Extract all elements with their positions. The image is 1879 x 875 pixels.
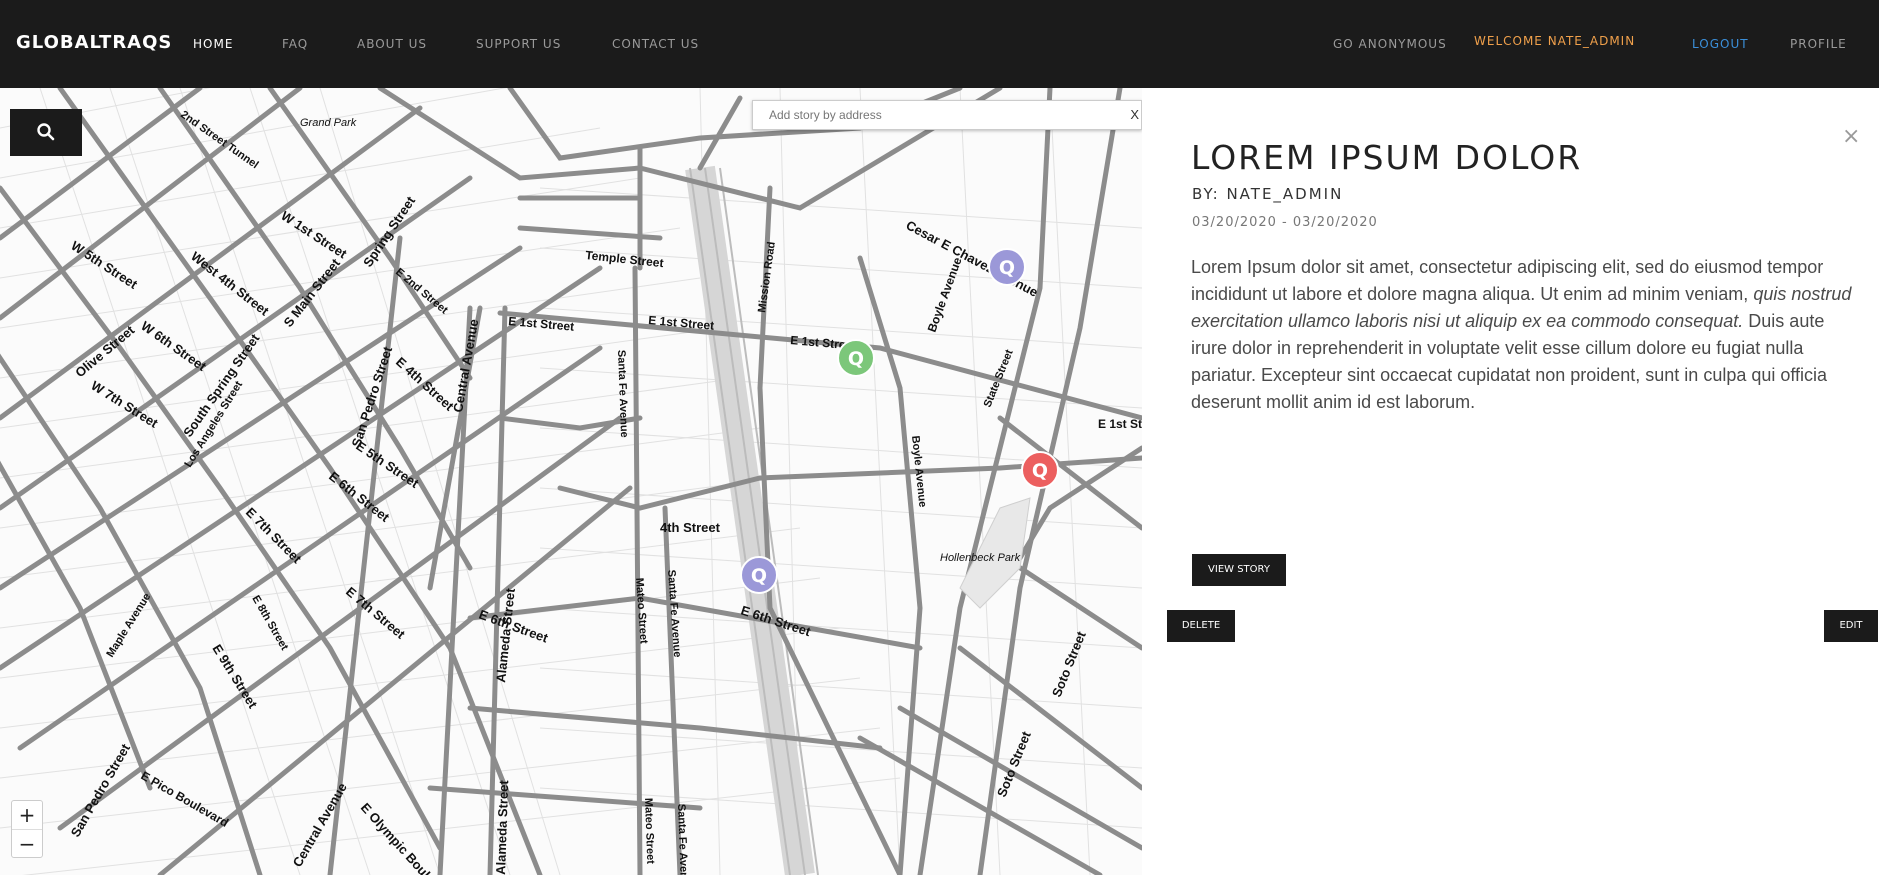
edit-button[interactable]: EDIT <box>1824 610 1878 642</box>
address-search-box: X <box>752 100 1142 130</box>
label-e-8th-street: E 8th Street <box>249 594 290 653</box>
story-map[interactable]: W 1st Street Spring Street Grand Park 2n… <box>0 88 1142 875</box>
label-e-1st-street-d: E 1st Street <box>1098 417 1142 431</box>
label-grand-park: Grand Park <box>300 117 357 129</box>
nav-welcome-user: WELCOME NATE_ADMIN <box>1474 34 1636 48</box>
label-e-4th-street: E 4th Street <box>393 354 457 414</box>
story-title: LOREM IPSUM DOLOR <box>1191 138 1583 177</box>
label-maple-avenue: Maple Avenue <box>104 591 153 659</box>
nav-faq[interactable]: FAQ <box>282 37 308 51</box>
label-w-1st-street: W 1st Street <box>278 208 350 262</box>
story-author: BY: NATE_ADMIN <box>1192 185 1344 203</box>
zoom-control: + − <box>11 800 43 858</box>
nav-about-us[interactable]: ABOUT US <box>357 37 427 51</box>
label-4th-street: 4th Street <box>660 520 721 535</box>
svg-text:Q: Q <box>999 257 1015 279</box>
label-mission-road: Mission Road <box>756 241 778 313</box>
zoom-in-button[interactable]: + <box>12 801 42 829</box>
view-story-button[interactable]: VIEW STORY <box>1192 554 1286 586</box>
label-temple-street: Temple Street <box>585 248 665 270</box>
story-body-text: Lorem Ipsum dolor sit amet, consectetur … <box>1191 257 1824 304</box>
label-s-main-street: S Main Street <box>281 255 344 330</box>
delete-button[interactable]: DELETE <box>1167 610 1235 642</box>
label-alameda-street-b: Alameda Street <box>493 779 511 875</box>
label-2nd-street-tunnel: 2nd Street Tunnel <box>178 109 260 172</box>
story-pin-purple-2[interactable]: Q <box>739 555 779 595</box>
nav-support-us[interactable]: SUPPORT US <box>476 37 561 51</box>
svg-text:Q: Q <box>1032 460 1048 482</box>
address-search-input[interactable] <box>753 101 1123 129</box>
close-icon[interactable]: × <box>1842 124 1860 149</box>
label-mateo-street-b: Mateo Street <box>642 798 656 865</box>
story-pin-red[interactable]: Q <box>1020 450 1060 490</box>
label-mateo-street: Mateo Street <box>633 577 650 644</box>
label-soto-street: Soto Street <box>1049 629 1089 700</box>
nav-go-anonymous[interactable]: GO ANONYMOUS <box>1333 37 1447 51</box>
label-hollenbeck-park: Hollenbeck Park <box>940 552 1021 564</box>
nav-logout[interactable]: LOGOUT <box>1692 37 1749 51</box>
svg-text:Q: Q <box>848 348 864 370</box>
svg-text:Q: Q <box>751 565 767 587</box>
top-navbar: GLOBALTRAQS HOME FAQ ABOUT US SUPPORT US… <box>0 0 1879 88</box>
nav-home[interactable]: HOME <box>193 37 233 51</box>
label-e-pico-boulevard: E Pico Boulevard <box>139 768 231 829</box>
label-san-pedro-street-b: San Pedro Street <box>68 741 134 840</box>
brand-logo[interactable]: GLOBALTRAQS <box>16 32 172 53</box>
map-search-button[interactable] <box>10 109 82 156</box>
story-body: Lorem Ipsum dolor sit amet, consectetur … <box>1191 254 1861 416</box>
street-map-canvas[interactable]: W 1st Street Spring Street Grand Park 2n… <box>0 88 1142 875</box>
address-clear-button[interactable]: X <box>1130 107 1139 122</box>
story-detail-panel <box>1142 88 1879 875</box>
zoom-out-button[interactable]: − <box>12 829 42 857</box>
search-icon <box>37 123 55 141</box>
label-santa-fe-avenue-3: Santa Fe Avenue <box>675 804 690 875</box>
label-w-6th-street: W 6th Street <box>138 318 209 374</box>
label-boyle-avenue: Boyle Avenue <box>925 255 965 334</box>
story-pin-green[interactable]: Q <box>836 338 876 378</box>
nav-profile[interactable]: PROFILE <box>1790 37 1847 51</box>
story-date-range: 03/20/2020 - 03/20/2020 <box>1192 215 1378 230</box>
label-santa-fe-avenue: Santa Fe Avenue <box>615 350 630 438</box>
nav-contact-us[interactable]: CONTACT US <box>612 37 699 51</box>
story-pin-purple[interactable]: Q <box>987 247 1027 287</box>
